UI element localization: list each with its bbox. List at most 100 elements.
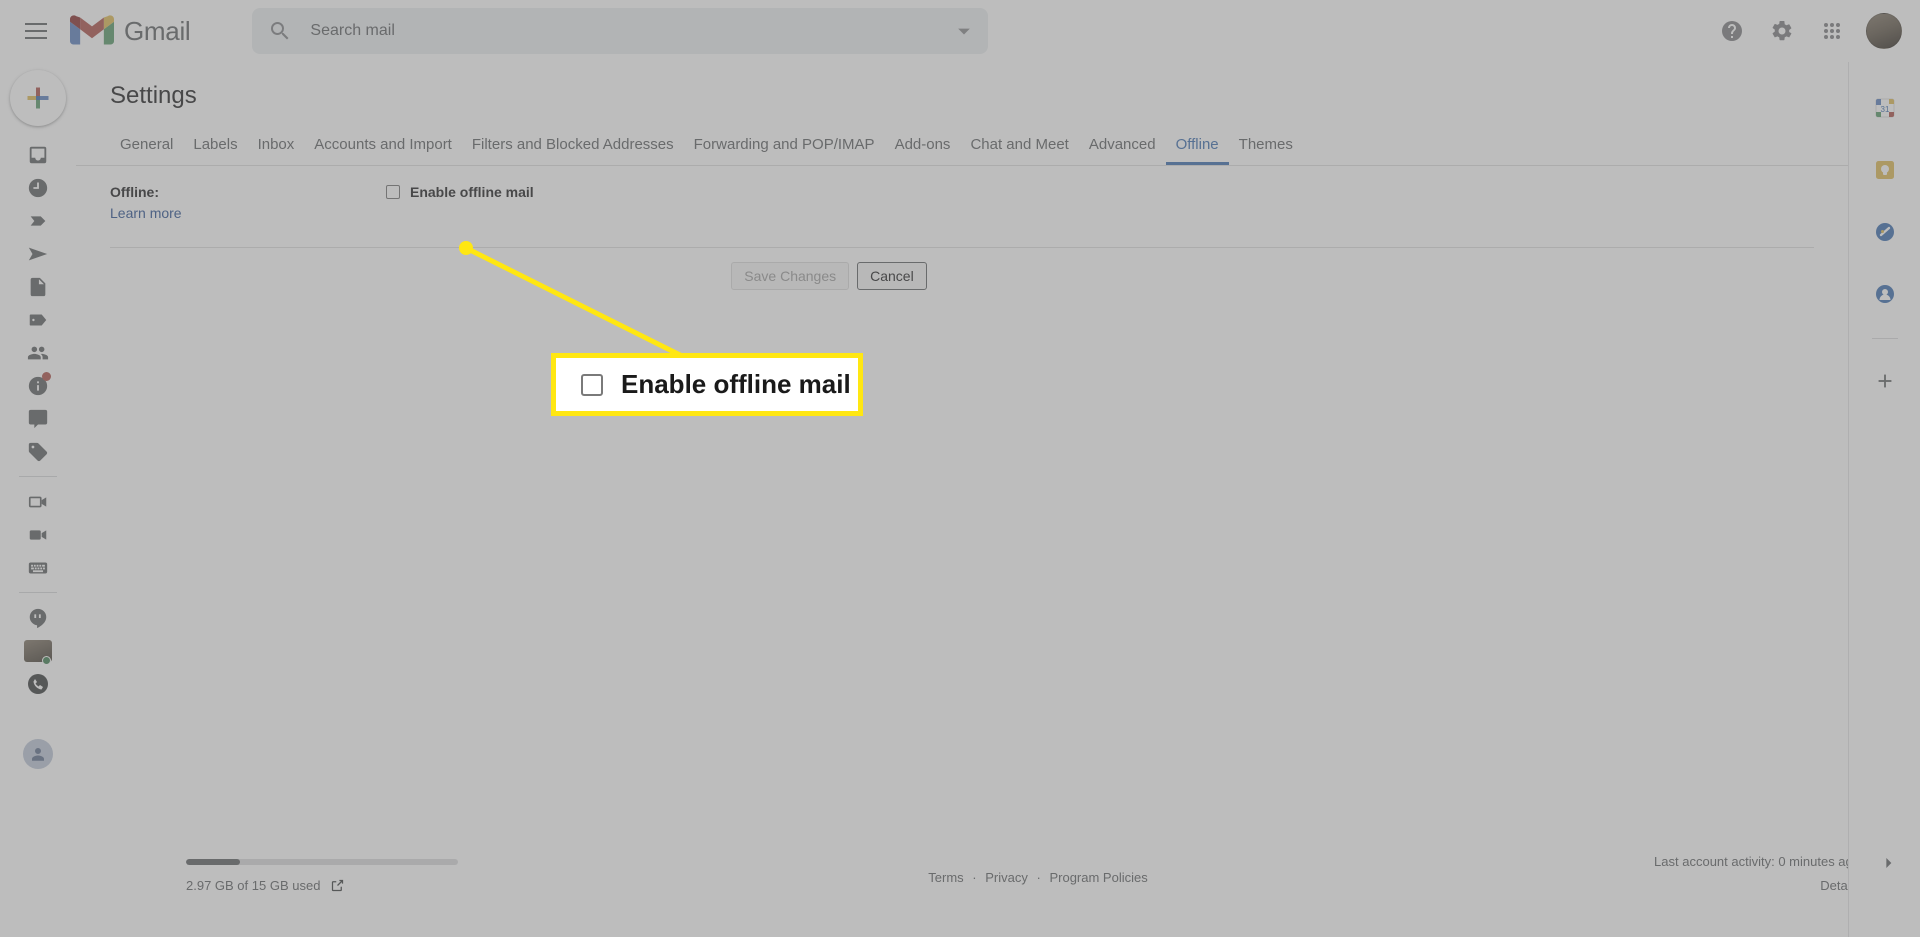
gmail-logo-icon (70, 15, 114, 45)
storage-progress-fill (186, 859, 240, 865)
sidebar-item-snoozed[interactable] (15, 172, 61, 204)
sidebar-item-hangouts[interactable] (15, 602, 61, 634)
learn-more-link[interactable]: Learn more (110, 205, 182, 221)
side-panel-add-button[interactable] (1863, 359, 1907, 403)
chat-bubble-icon (28, 409, 48, 429)
settings-main: Settings General Labels Inbox Accounts a… (76, 62, 1860, 937)
sent-paper-plane-icon (28, 247, 48, 261)
meet-new-icon (28, 496, 47, 508)
offline-settings-row: Offline: Learn more Enable offline mail (110, 166, 1848, 223)
meet-camera-icon (29, 530, 47, 540)
footer-separator-1: · (972, 870, 977, 885)
tab-offline[interactable]: Offline (1165, 137, 1229, 165)
tab-accounts-and-import[interactable]: Accounts and Import (304, 137, 462, 165)
compose-plus-icon (27, 87, 49, 109)
expand-side-panel-icon[interactable] (1874, 849, 1902, 877)
sidebar-item-new-meeting[interactable] (15, 486, 61, 518)
left-navigation-rail (0, 62, 76, 937)
sidebar-item-join-meeting[interactable] (15, 519, 61, 551)
side-panel-calendar[interactable]: 31 (1863, 86, 1907, 130)
callout-label: Enable offline mail (621, 369, 851, 399)
enable-offline-mail-checkbox[interactable] (386, 185, 400, 199)
tab-inbox[interactable]: Inbox (248, 137, 305, 165)
sidebar-item-label[interactable] (15, 436, 61, 468)
callout-checkbox-icon (581, 373, 603, 396)
svg-text:31: 31 (1880, 105, 1889, 114)
program-policies-link[interactable]: Program Policies (1049, 870, 1147, 885)
cancel-button[interactable]: Cancel (857, 262, 927, 290)
side-panel-divider (1871, 338, 1898, 339)
online-status-dot (42, 656, 51, 665)
labels-tag-icon (29, 314, 47, 326)
side-panel-keep[interactable] (1863, 148, 1907, 192)
rail-divider (19, 476, 57, 477)
page-title: Settings (110, 82, 197, 109)
footer-separator-2: · (1036, 870, 1041, 885)
sidebar-item-phone[interactable] (15, 668, 61, 700)
account-activity: Last account activity: 0 minutes ago Det… (1654, 854, 1860, 893)
search-options-chevron-icon[interactable] (950, 17, 978, 45)
save-changes-button[interactable]: Save Changes (731, 262, 850, 290)
activity-details-link[interactable]: Details (1654, 878, 1860, 893)
right-side-panel: 31 (1848, 62, 1920, 937)
compose-button[interactable] (10, 70, 66, 126)
account-avatar[interactable] (1866, 13, 1902, 49)
help-question-icon[interactable] (1710, 9, 1754, 53)
sidebar-item-inbox[interactable] (15, 139, 61, 171)
offline-label-column: Offline: Learn more (110, 184, 386, 223)
tab-chat-and-meet[interactable]: Chat and Meet (960, 137, 1078, 165)
offline-section-label: Offline: (110, 184, 159, 200)
search-bar[interactable] (252, 8, 989, 54)
sidebar-item-keyboard[interactable] (15, 552, 61, 584)
header-actions (1710, 9, 1920, 53)
sidebar-item-contacts[interactable] (15, 337, 61, 369)
plus-icon (1878, 374, 1891, 388)
sidebar-item-account[interactable] (15, 738, 61, 770)
keyboard-icon (28, 562, 48, 574)
sidebar-item-chat[interactable] (15, 403, 61, 435)
sidebar-item-profile-photo[interactable] (15, 635, 61, 667)
contacts-people-icon (27, 346, 49, 360)
tab-themes[interactable]: Themes (1229, 137, 1303, 165)
terms-link[interactable]: Terms (928, 870, 963, 885)
sidebar-item-labels[interactable] (15, 304, 61, 336)
google-apps-grid-icon[interactable] (1810, 9, 1854, 53)
settings-tabs: General Labels Inbox Accounts and Import… (76, 130, 1848, 166)
google-keep-icon (1875, 161, 1894, 179)
tab-labels[interactable]: Labels (183, 137, 247, 165)
last-account-activity-text: Last account activity: 0 minutes ago (1654, 854, 1860, 869)
sidebar-item-drafts[interactable] (15, 271, 61, 303)
sidebar-item-important[interactable] (15, 205, 61, 237)
tab-advanced[interactable]: Advanced (1079, 137, 1166, 165)
settings-button-row: Save Changes Cancel (110, 262, 1548, 290)
sidebar-item-info[interactable] (15, 370, 61, 402)
sidebar-item-sent[interactable] (15, 238, 61, 270)
side-panel-contacts[interactable] (1863, 272, 1907, 316)
important-chevron-icon (30, 216, 46, 226)
hangouts-icon (29, 608, 47, 629)
search-icon (271, 22, 289, 40)
callout-magnified-enable-offline-mail: Enable offline mail (551, 353, 863, 416)
inbox-icon (29, 146, 47, 164)
section-divider (110, 247, 1814, 248)
enable-offline-mail-row[interactable]: Enable offline mail (386, 184, 534, 200)
storage-progress-bar (186, 859, 458, 865)
tab-add-ons[interactable]: Add-ons (885, 137, 961, 165)
privacy-link[interactable]: Privacy (985, 870, 1028, 885)
tab-general[interactable]: General (110, 137, 183, 165)
search-input[interactable] (310, 22, 951, 40)
google-contacts-icon (1875, 285, 1894, 303)
google-tasks-icon (1875, 223, 1894, 241)
tab-forwarding-and-pop-imap[interactable]: Forwarding and POP/IMAP (684, 137, 885, 165)
gear-icon[interactable] (1760, 9, 1804, 53)
brand-name: Gmail (124, 15, 191, 46)
gmail-brand[interactable]: Gmail (70, 14, 191, 48)
rail-divider-2 (19, 592, 57, 593)
phone-dark-icon (28, 674, 48, 694)
google-calendar-icon: 31 (1875, 98, 1894, 118)
gmail-settings-page: Gmail Search mail Settings General Label… (0, 0, 1920, 937)
tab-filters-and-blocked-addresses[interactable]: Filters and Blocked Addresses (462, 137, 684, 165)
side-panel-tasks[interactable] (1863, 210, 1907, 254)
hamburger-menu-icon[interactable] (12, 7, 60, 55)
drafts-file-icon (30, 277, 46, 297)
